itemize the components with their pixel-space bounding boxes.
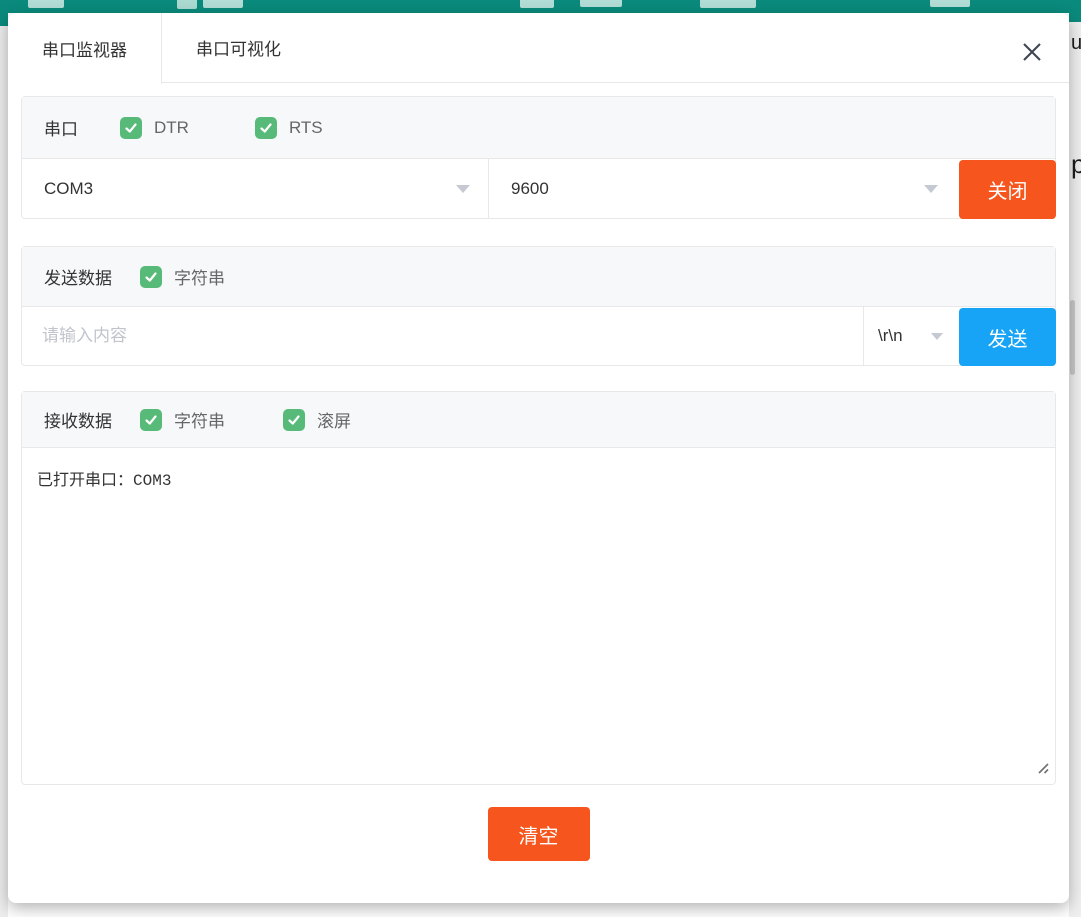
rts-checkbox-group: RTS [255,117,323,139]
page-background-right: u p [1069,13,1081,917]
send-string-checkbox-group: 字符串 [140,264,225,289]
dtr-checkbox-group: DTR [120,117,189,139]
page-header-bar-left [0,13,8,26]
close-icon[interactable] [1019,39,1045,65]
rts-checkbox[interactable] [255,117,277,139]
line-ending-select[interactable]: \r\n [863,307,955,365]
toolbar-fragment [177,0,197,9]
receive-data-section: 接收数据 字符串 滚屏 [21,391,1056,785]
rts-label: RTS [289,118,323,138]
serial-port-header: 串口 DTR RTS [22,97,1055,159]
page-header-bar [0,0,1081,13]
autoscroll-checkbox[interactable] [283,409,305,431]
clear-button[interactable]: 清空 [488,807,590,861]
baud-select-value: 9600 [511,179,549,199]
page-background-left [0,13,8,917]
serial-port-label: 串口 [44,115,78,140]
chevron-down-icon [456,185,470,193]
baud-select[interactable]: 9600 [489,159,956,218]
tab-label: 串口监视器 [42,36,127,61]
receive-data-header: 接收数据 字符串 滚屏 [22,392,1055,448]
send-data-header: 发送数据 字符串 [22,247,1055,307]
chevron-down-icon [924,185,938,193]
page-header-bar-right [1069,13,1081,22]
send-string-checkbox[interactable] [140,266,162,288]
autoscroll-checkbox-group: 滚屏 [283,407,351,432]
chevron-down-icon [931,333,943,340]
receive-string-checkbox[interactable] [140,409,162,431]
send-string-label: 字符串 [174,264,225,289]
tab-serial-monitor[interactable]: 串口监视器 [8,13,162,84]
serial-port-section: 串口 DTR RTS [21,96,1056,219]
toolbar-fragment [580,0,622,7]
receive-string-label: 字符串 [174,407,225,432]
page-scrollbar-thumb[interactable] [1070,300,1075,375]
toolbar-fragment [930,0,970,7]
receive-output-prefix: 已打开串口： [37,472,133,489]
background-partial-text: p [1071,151,1081,177]
check-icon [144,270,158,284]
dialog-content: 串口 DTR RTS [8,96,1069,861]
check-icon [124,121,138,135]
tab-label: 串口可视化 [196,35,281,60]
serial-port-row: COM3 9600 关闭 [22,159,1055,218]
receive-data-label: 接收数据 [44,407,112,432]
port-select[interactable]: COM3 [22,159,489,218]
close-port-button[interactable]: 关闭 [959,160,1056,219]
check-icon [287,413,301,427]
toolbar-fragment [203,0,243,8]
send-button[interactable]: 发送 [959,308,1056,366]
toolbar-fragment [28,0,64,8]
receive-string-checkbox-group: 字符串 [140,407,225,432]
background-partial-text: u [1071,33,1081,53]
receive-output-value: COM3 [133,472,171,490]
send-input[interactable] [22,307,863,365]
send-data-label: 发送数据 [44,264,112,289]
send-data-section: 发送数据 字符串 \r\n 发送 [21,246,1056,366]
check-icon [259,121,273,135]
dtr-checkbox[interactable] [120,117,142,139]
tab-serial-visualization[interactable]: 串口可视化 [162,13,315,82]
check-icon [144,413,158,427]
toolbar-fragment [700,0,756,8]
autoscroll-label: 滚屏 [317,407,351,432]
toolbar-fragment [520,0,554,8]
dialog-tabbar: 串口监视器 串口可视化 [8,13,1069,83]
serial-monitor-dialog: 串口监视器 串口可视化 串口 DTR [8,13,1069,903]
send-data-row: \r\n 发送 [22,307,1055,365]
dtr-label: DTR [154,118,189,138]
line-ending-value: \r\n [878,326,903,346]
receive-output-textarea[interactable]: 已打开串口：COM3 [22,448,1055,784]
port-select-value: COM3 [44,179,93,199]
resize-handle-icon[interactable] [1035,760,1050,780]
